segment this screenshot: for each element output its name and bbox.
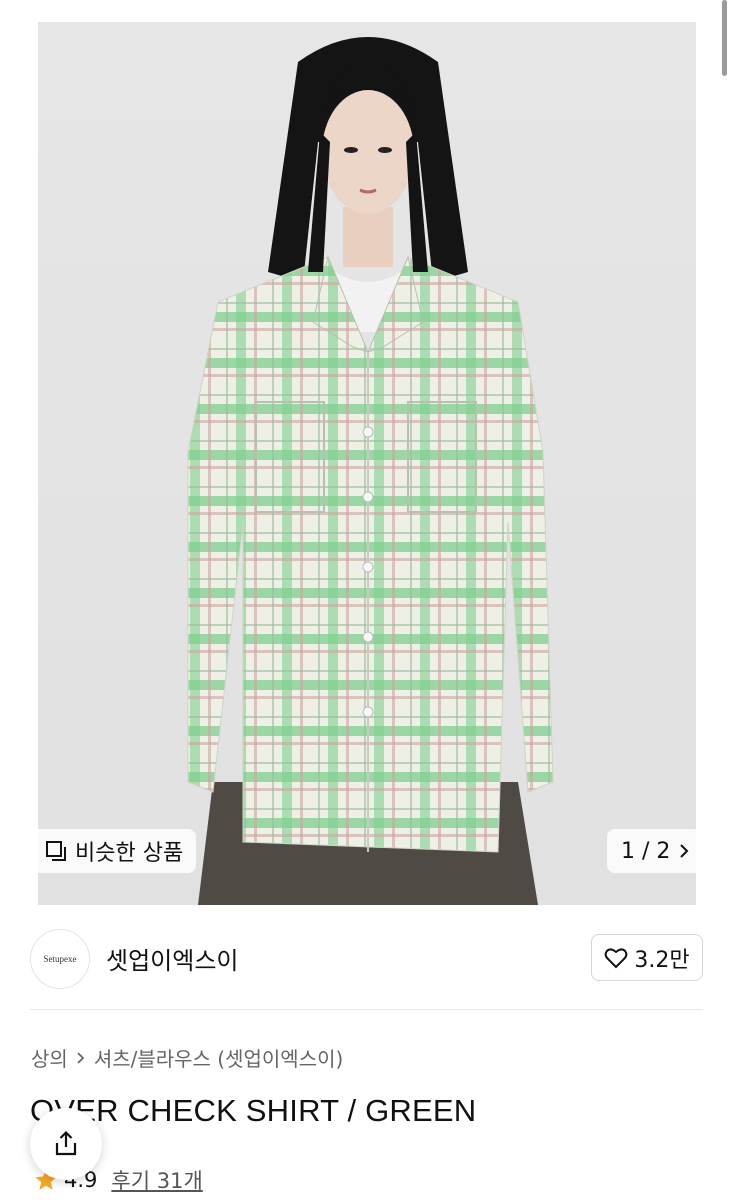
chevron-right-icon [77,1051,85,1064]
share-icon [55,1130,77,1156]
share-button[interactable] [30,1108,102,1180]
brand-row: Setupexe 셋업이엑스이 3.2만 [0,905,733,1010]
image-counter: 1 / 2 [621,838,671,864]
brand-name[interactable]: 셋업이엑스이 [106,941,238,976]
model-wearing-shirt-illustration [187,37,554,905]
brand-logo-text: Setupexe [43,954,77,964]
similar-products-button[interactable]: 비슷한 상품 [31,829,196,873]
chevron-right-icon [680,844,689,858]
review-count-link[interactable]: 후기 31개 [111,1165,202,1195]
scrollbar[interactable] [722,0,727,76]
breadcrumb: 상의 셔츠/블라우스 (셋업이엑스이) [31,1043,343,1072]
breadcrumb-subcategory[interactable]: 셔츠/블라우스 (셋업이엑스이) [94,1043,344,1072]
breadcrumb-category[interactable]: 상의 [31,1043,68,1072]
divider [30,1009,703,1010]
similar-products-icon [46,841,66,861]
like-count: 3.2만 [634,947,690,973]
product-image-gallery[interactable]: 비슷한 상품 1 / 2 [0,0,733,905]
product-title: OVER CHECK SHIRT / GREEN [30,1093,477,1128]
brand-logo[interactable]: Setupexe [30,929,90,989]
similar-products-label: 비슷한 상품 [75,841,184,866]
image-counter-button[interactable]: 1 / 2 [607,829,702,873]
product-photo[interactable] [38,22,696,905]
like-button[interactable]: 3.2만 [591,934,703,981]
heart-icon [605,948,628,968]
